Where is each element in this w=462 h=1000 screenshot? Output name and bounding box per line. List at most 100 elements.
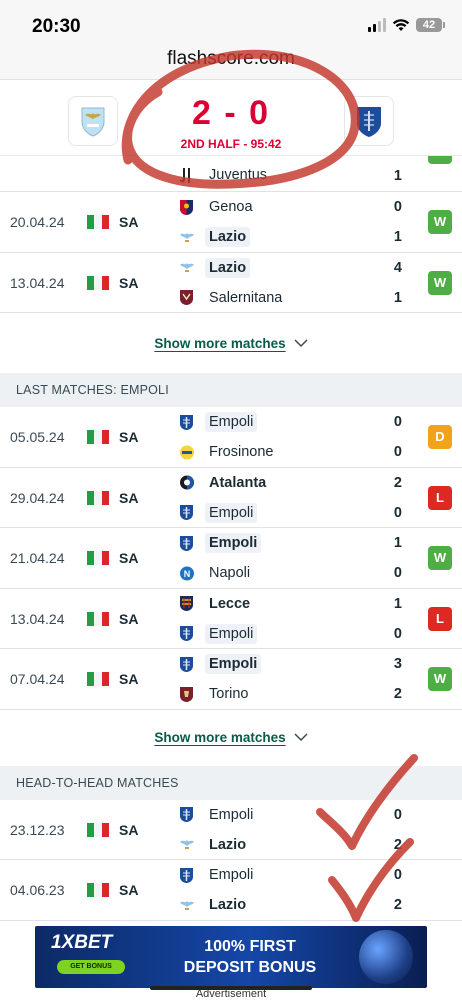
match-row[interactable]: 13.04.24 SA Lecce Empoli 1 0 L — [0, 588, 462, 649]
home-team-line: Lazio — [178, 257, 251, 279]
home-team-line: Empoli — [178, 804, 257, 826]
away-goals: 0 — [393, 504, 402, 521]
italy-flag-icon — [87, 490, 109, 505]
match-row[interactable]: 07.04.24 SA Empoli Torino 3 2 W — [0, 649, 462, 710]
home-indicator[interactable] — [150, 986, 312, 990]
competition-code: SA — [119, 821, 139, 838]
match-row[interactable]: 23.12.23 SA Empoli Lazio 0 2 — [0, 799, 462, 860]
status-icons: 42 — [368, 18, 445, 32]
away-goals: 2 — [393, 686, 402, 702]
team-goals: 1 — [393, 168, 402, 184]
away-team-logo[interactable] — [344, 96, 394, 146]
show-more-empoli-button[interactable]: Show more matches — [0, 709, 462, 766]
away-goals: 0 — [393, 444, 402, 460]
empoli-crest-icon — [178, 535, 195, 552]
status-time: 20:30 — [32, 16, 81, 37]
empoli-crest-icon — [178, 656, 195, 673]
advertisement-banner[interactable]: 1XBET GET BONUS 100% FIRST DEPOSIT BONUS — [35, 926, 427, 988]
competition-code: SA — [119, 671, 139, 687]
juventus-crest-icon — [178, 167, 195, 184]
away-team-line: Lazio — [178, 226, 251, 248]
away-team-line: Salernitana — [178, 287, 286, 309]
ad-line-2: DEPOSIT BONUS — [183, 959, 317, 976]
ad-headline: 100% FIRST DEPOSIT BONUS — [155, 936, 345, 978]
lazio-crest-icon — [178, 259, 195, 276]
away-team-line: N Napoli — [178, 562, 254, 584]
lecce-crest-icon — [178, 595, 195, 612]
home-team-line: Lecce — [178, 593, 254, 615]
show-more-label: Show more matches — [154, 335, 286, 351]
match-date: 20.04.24 — [10, 214, 65, 230]
status-bar: 20:30 42 — [0, 0, 462, 46]
match-date: 23.12.23 — [10, 821, 65, 838]
empoli-crest-icon — [178, 414, 195, 431]
home-team-name: Empoli — [205, 412, 258, 432]
home-goals: 2 — [393, 474, 402, 491]
home-goals: 0 — [393, 414, 402, 430]
team-line: Juventus — [178, 164, 271, 186]
home-team-name: Empoli — [209, 806, 254, 823]
home-goals: 4 — [393, 259, 402, 276]
result-badge: W — [428, 667, 452, 691]
competition-code: SA — [119, 274, 139, 291]
match-date: 21.04.24 — [10, 550, 65, 566]
away-team-line: Lazio — [178, 894, 250, 916]
away-team-line: Torino — [178, 683, 253, 705]
home-team-name: Empoli — [205, 533, 262, 553]
empoli-crest-icon — [178, 504, 195, 521]
away-goals: 1 — [393, 229, 402, 245]
away-team-name: Empoli — [205, 623, 258, 644]
away-goals: 2 — [393, 897, 402, 913]
away-team-line: Empoli — [178, 623, 258, 645]
italy-flag-icon — [87, 883, 109, 897]
match-date: 29.04.24 — [10, 489, 65, 506]
away-team-name: Torino — [209, 686, 249, 702]
away-goals: 0 — [393, 565, 402, 581]
match-row[interactable]: Juventus 1 W — [0, 146, 462, 192]
competition-code: SA — [119, 610, 139, 627]
section-header-empoli: LAST MATCHES: EMPOLI — [0, 373, 462, 407]
chevron-down-icon — [294, 733, 308, 742]
wifi-icon — [392, 19, 410, 31]
result-badge: L — [428, 606, 452, 631]
competition-code: SA — [119, 429, 139, 445]
away-team-name: Lazio — [205, 227, 251, 247]
address-bar[interactable]: flashscore.com — [0, 46, 462, 80]
match-row[interactable]: 20.04.24 SA Genoa Lazio 0 1 W — [0, 192, 462, 253]
match-date: 13.04.24 — [10, 610, 65, 627]
italy-flag-icon — [87, 275, 109, 290]
atalanta-crest-icon — [178, 474, 195, 491]
home-team-line: Atalanta — [178, 472, 270, 494]
home-goals: 0 — [393, 806, 402, 823]
show-more-lazio-button[interactable]: Show more matches — [0, 313, 462, 373]
match-row[interactable]: 13.04.24 SA Lazio Salernitana 4 1 W — [0, 252, 462, 313]
match-row[interactable]: 29.04.24 SA Atalanta Empoli 2 0 L — [0, 467, 462, 528]
match-row[interactable]: 21.04.24 SA Empoli N Napoli 1 0 W — [0, 528, 462, 589]
lazio-crest-icon — [178, 229, 195, 246]
away-team-name: Salernitana — [209, 289, 283, 306]
home-team-name: Empoli — [205, 654, 262, 674]
genoa-crest-icon — [178, 199, 195, 216]
lazio-crest-icon — [178, 836, 195, 853]
napoli-crest-icon: N — [178, 565, 195, 582]
away-team-name: Frosinone — [209, 444, 274, 460]
match-date: 04.06.23 — [10, 882, 65, 898]
match-score-header: 2 - 0 2ND HALF - 95:42 — [0, 80, 462, 156]
away-team-line: Lazio — [178, 834, 250, 856]
result-badge: D — [428, 425, 452, 449]
home-team-name: Lecce — [209, 595, 251, 612]
match-date: 05.05.24 — [10, 429, 65, 445]
frosinone-crest-icon — [178, 444, 195, 461]
match-row[interactable]: 05.05.24 SA Empoli Frosinone 0 0 D — [0, 407, 462, 468]
cellular-signal-icon — [368, 18, 386, 32]
match-date: 13.04.24 — [10, 274, 65, 291]
home-goals: 3 — [393, 656, 402, 672]
away-goals: 1 — [393, 289, 402, 306]
home-team-name: Genoa — [209, 199, 253, 215]
chevron-down-icon — [294, 338, 308, 347]
torino-crest-icon — [178, 686, 195, 703]
home-team-line: Genoa — [178, 196, 257, 218]
ad-cta-button[interactable]: GET BONUS — [57, 960, 125, 974]
ad-ball-image — [359, 930, 413, 984]
match-row[interactable]: 04.06.23 SA Empoli Lazio 0 2 — [0, 860, 462, 921]
